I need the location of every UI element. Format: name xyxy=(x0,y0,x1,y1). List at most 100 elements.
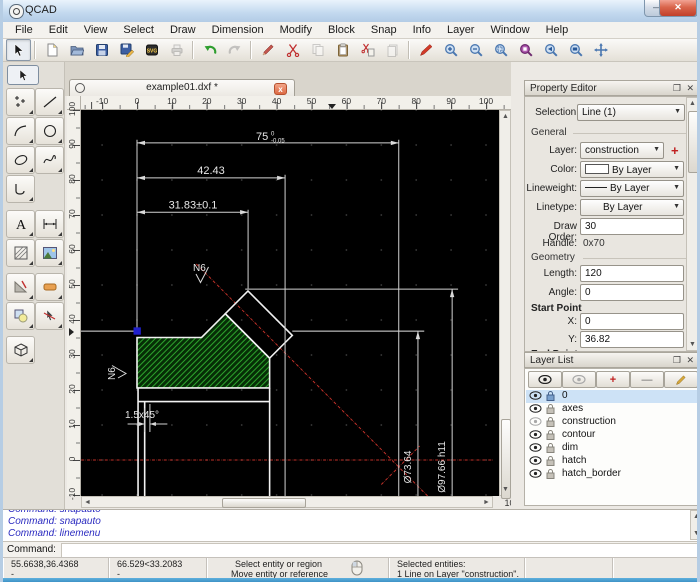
zoom-window-button[interactable] xyxy=(488,39,513,61)
scroll-left-arrow[interactable]: ◄ xyxy=(82,497,93,508)
panel-close-icon[interactable]: ✕ xyxy=(686,355,694,366)
eye-icon[interactable] xyxy=(529,443,542,452)
layer-list-titlebar[interactable]: Layer List ❐ ✕ xyxy=(524,352,700,368)
property-editor-scrollbar[interactable]: ▲ ▼ xyxy=(686,97,699,351)
draw-order-input[interactable]: 30 xyxy=(580,218,684,235)
layer-row-dim[interactable]: dim xyxy=(526,442,698,455)
lock-icon[interactable] xyxy=(546,391,555,401)
menu-block[interactable]: Block xyxy=(320,23,363,37)
cut-button[interactable] xyxy=(280,39,305,61)
close-button[interactable]: ✕ xyxy=(659,0,697,17)
layer-combo[interactable]: construction▼ xyxy=(580,142,664,159)
palette-arc-tool[interactable] xyxy=(6,117,35,145)
start-y-input[interactable]: 36.82 xyxy=(580,331,684,348)
scroll-down-arrow[interactable]: ▼ xyxy=(687,339,698,350)
panel-close-icon[interactable]: ✕ xyxy=(686,83,694,94)
palette-selection-tool[interactable] xyxy=(7,65,39,85)
drawing-canvas[interactable]: 75 0 -0.05 42.43 31.83±0.1 1.5x45° Ø73.6… xyxy=(81,110,499,496)
cut-reference-button[interactable] xyxy=(355,39,380,61)
eye-icon[interactable] xyxy=(529,430,542,439)
lock-icon[interactable] xyxy=(546,430,555,440)
eye-icon[interactable] xyxy=(529,404,542,413)
redo-button[interactable] xyxy=(222,39,247,61)
palette-circle-tool[interactable] xyxy=(35,117,64,145)
paste-reference-button[interactable] xyxy=(380,39,405,61)
menu-window[interactable]: Window xyxy=(482,23,537,37)
palette-annotation-tool[interactable] xyxy=(35,273,64,301)
select-tool-button[interactable] xyxy=(6,39,31,61)
hatched-section[interactable] xyxy=(137,314,270,388)
property-editor-titlebar[interactable]: Property Editor ❐ ✕ xyxy=(524,80,700,96)
save-button[interactable] xyxy=(89,39,114,61)
canvas-horizontal-scrollbar[interactable]: ◄ ► xyxy=(81,496,493,508)
palette-modify-selection-tool[interactable] xyxy=(35,302,64,330)
selection-combo[interactable]: Line (1)▼ xyxy=(577,104,685,121)
pan-button[interactable] xyxy=(588,39,613,61)
command-history[interactable]: Command: snapauto Command: snapauto Comm… xyxy=(3,509,700,541)
add-layer-button[interactable]: + xyxy=(596,371,630,388)
eye-icon[interactable] xyxy=(529,391,542,400)
lock-icon[interactable] xyxy=(546,456,555,466)
eye-icon[interactable] xyxy=(529,469,542,478)
length-input[interactable]: 120 xyxy=(580,265,684,282)
selection-endpoint-marker[interactable] xyxy=(134,327,141,334)
color-combo[interactable]: By Layer▼ xyxy=(580,161,684,178)
hide-all-layers-button[interactable] xyxy=(562,371,596,388)
palette-solid-tool[interactable] xyxy=(6,336,35,364)
new-file-button[interactable] xyxy=(39,39,64,61)
scroll-up-arrow[interactable]: ▲ xyxy=(687,98,698,109)
palette-line-tool[interactable] xyxy=(35,88,64,116)
lock-icon[interactable] xyxy=(546,469,555,479)
document-tab[interactable]: example01.dxf * x xyxy=(69,79,295,96)
menu-info[interactable]: Info xyxy=(405,23,439,37)
palette-shapes-tool[interactable] xyxy=(6,302,35,330)
palette-text-tool[interactable]: A xyxy=(6,210,35,238)
horizontal-scroll-thumb[interactable] xyxy=(222,498,306,508)
remove-layer-button[interactable]: — xyxy=(630,371,664,388)
menu-modify[interactable]: Modify xyxy=(272,23,320,37)
layer-row-construction[interactable]: construction xyxy=(526,416,698,429)
menu-select[interactable]: Select xyxy=(115,23,162,37)
undo-button[interactable] xyxy=(197,39,222,61)
lock-icon[interactable] xyxy=(546,417,555,427)
add-layer-button[interactable]: + xyxy=(671,143,679,158)
layer-row-hatch-border[interactable]: hatch_border xyxy=(526,468,698,481)
scroll-up-arrow[interactable]: ▲ xyxy=(691,511,700,522)
panel-splitter[interactable] xyxy=(511,62,524,508)
open-file-button[interactable] xyxy=(64,39,89,61)
scroll-down-arrow[interactable]: ▼ xyxy=(691,528,700,539)
save-as-button[interactable] xyxy=(114,39,139,61)
show-all-layers-button[interactable] xyxy=(528,371,562,388)
palette-measure-tool[interactable] xyxy=(6,273,35,301)
menu-help[interactable]: Help xyxy=(538,23,577,37)
tab-close-button[interactable]: x xyxy=(274,83,287,95)
command-line-input[interactable] xyxy=(61,543,699,558)
paste-button[interactable] xyxy=(330,39,355,61)
linetype-combo[interactable]: By Layer▼ xyxy=(580,199,684,216)
scroll-down-arrow[interactable]: ▼ xyxy=(500,484,511,495)
palette-image-tool[interactable] xyxy=(35,239,64,267)
lock-icon[interactable] xyxy=(546,404,555,414)
layer-row-hatch[interactable]: hatch xyxy=(526,455,698,468)
menu-dimension[interactable]: Dimension xyxy=(204,23,272,37)
zoom-in-button[interactable] xyxy=(438,39,463,61)
dimension-lines[interactable] xyxy=(128,140,459,496)
zoom-auto-button[interactable] xyxy=(513,39,538,61)
svg-export-button[interactable]: SVG xyxy=(139,39,164,61)
menu-file[interactable]: File xyxy=(7,23,41,37)
palette-ellipse-tool[interactable] xyxy=(6,146,35,174)
palette-dimension-tool[interactable] xyxy=(35,210,64,238)
zoom-out-button[interactable] xyxy=(463,39,488,61)
eye-icon[interactable] xyxy=(529,456,542,465)
panel-float-icon[interactable]: ❐ xyxy=(673,355,681,366)
angle-input[interactable]: 0 xyxy=(580,284,684,301)
history-scrollbar[interactable]: ▲ ▼ xyxy=(690,510,700,540)
menu-view[interactable]: View xyxy=(76,23,116,37)
copy-button[interactable] xyxy=(305,39,330,61)
menu-layer[interactable]: Layer xyxy=(439,23,483,37)
layer-row-0[interactable]: 0 xyxy=(526,390,698,403)
panel-float-icon[interactable]: ❐ xyxy=(673,83,681,94)
palette-spline-tool[interactable] xyxy=(35,146,64,174)
palette-hatch-tool[interactable] xyxy=(6,239,35,267)
menu-draw[interactable]: Draw xyxy=(162,23,204,37)
